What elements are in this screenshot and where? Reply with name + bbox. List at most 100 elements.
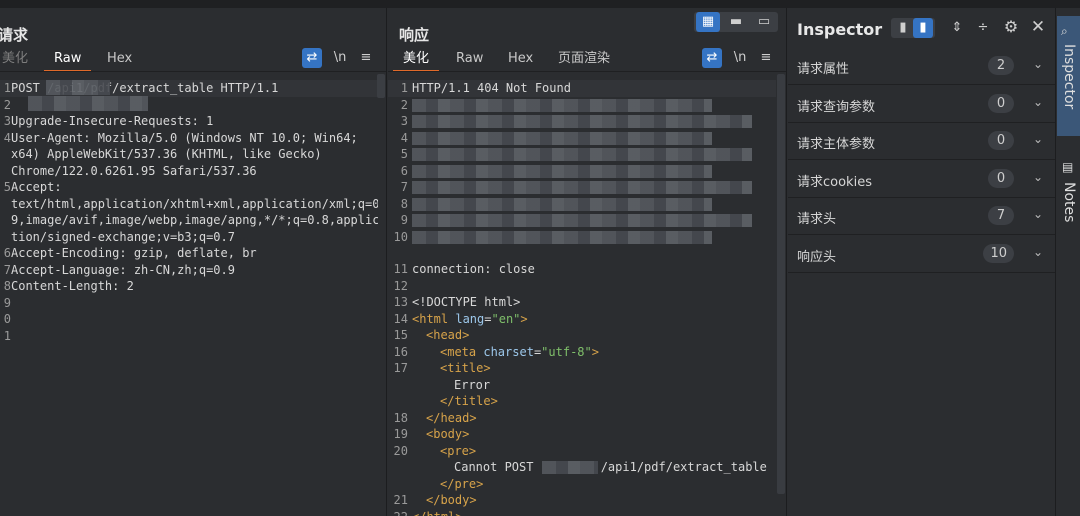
code-line[interactable]: 3 Upgrade-Insecure-Requests: 1 xyxy=(0,113,378,130)
newline-toggle-button[interactable]: \n xyxy=(330,48,350,68)
tab-raw[interactable]: Raw xyxy=(456,50,483,72)
request-title: 请求 xyxy=(0,26,29,44)
code-token: > xyxy=(520,311,528,326)
code-token: = xyxy=(484,311,492,326)
inspector-section[interactable]: 请求cookies 0 ⌄ xyxy=(788,161,1055,198)
code-line[interactable]: 13 <!DOCTYPE html> xyxy=(388,294,776,311)
code-token: Cannot POST xyxy=(454,460,541,474)
tab-pretty[interactable]: 美化 xyxy=(392,50,440,72)
wrap-toggle-button[interactable]: ⇄ xyxy=(302,48,322,68)
chevron-down-icon[interactable]: ⌄ xyxy=(1033,95,1043,109)
chevron-down-icon[interactable]: ⌄ xyxy=(1033,57,1043,71)
code-token: charset xyxy=(483,344,534,359)
code-text: tion/signed-exchange;v=b3;q=0.7 xyxy=(11,229,235,244)
line-number: 20 xyxy=(393,443,408,458)
code-line[interactable]: 4 xyxy=(388,130,776,147)
code-line[interactable]: 6 Accept-Encoding: gzip, deflate, br xyxy=(0,245,378,262)
code-line[interactable]: </title> xyxy=(388,393,776,410)
expand-all-icon[interactable]: ⇕ xyxy=(948,18,966,38)
code-line[interactable]: 5 Accept: xyxy=(0,179,378,196)
tab-pretty[interactable]: 美化 xyxy=(2,50,28,72)
wrap-icon: ⇄ xyxy=(706,50,718,65)
chevron-down-icon[interactable]: ⌄ xyxy=(1033,207,1043,221)
code-line[interactable]: 15 <head> xyxy=(388,327,776,344)
code-line[interactable]: 6 xyxy=(388,163,776,180)
code-line[interactable]: tion/signed-exchange;v=b3;q=0.7 xyxy=(0,229,378,246)
inspector-section[interactable]: 响应头 10 ⌄ xyxy=(788,236,1055,273)
code-line[interactable]: 3 xyxy=(388,113,776,130)
code-text: text/html,application/xhtml+xml,applicat… xyxy=(11,196,378,211)
code-line[interactable]: 11 connection: close xyxy=(388,261,776,278)
chevron-down-icon[interactable]: ⌄ xyxy=(1033,245,1043,259)
redacted-header xyxy=(412,131,712,145)
code-line[interactable]: 22 </html> xyxy=(388,509,776,516)
code-line[interactable]: 9,image/avif,image/webp,image/apng,*/*;q… xyxy=(0,212,378,229)
layout-horizontal-icon[interactable]: ▬ xyxy=(724,12,748,32)
layout-vertical-icon[interactable]: ▭ xyxy=(752,12,776,32)
side-rail: ⌕ Inspector ▤ Notes xyxy=(1057,8,1080,516)
code-line[interactable]: 12 xyxy=(388,278,776,295)
code-line[interactable]: 7 xyxy=(388,179,776,196)
newline-toggle-button[interactable]: \n xyxy=(730,48,750,68)
code-line[interactable]: </pre> xyxy=(388,476,776,493)
response-scrollbar[interactable] xyxy=(777,74,785,494)
code-line[interactable]: 2 xyxy=(388,97,776,114)
code-line[interactable]: 9 xyxy=(0,295,378,312)
code-line[interactable]: text/html,application/xhtml+xml,applicat… xyxy=(0,196,378,213)
response-editor[interactable]: 1 HTTP/1.1 404 Not Found 2 3 4 5 6 7 8 9 10 11 conne… xyxy=(388,72,776,516)
inspector-section[interactable]: 请求属性 2 ⌄ xyxy=(788,48,1055,85)
code-line[interactable]: 9 xyxy=(388,212,776,229)
code-line[interactable]: 17 <title> xyxy=(388,360,776,377)
code-line[interactable]: 1 xyxy=(0,328,378,345)
code-line[interactable]: Chrome/122.0.6261.95 Safari/537.36 xyxy=(0,163,378,180)
code-line[interactable]: 8 xyxy=(388,196,776,213)
request-scrollbar[interactable] xyxy=(377,74,385,98)
code-line[interactable]: Error xyxy=(388,377,776,394)
code-line[interactable]: 10 xyxy=(388,229,776,246)
rail-tab-notes[interactable]: ▤ Notes xyxy=(1057,154,1080,254)
code-line[interactable]: x64) AppleWebKit/537.36 (KHTML, like Gec… xyxy=(0,146,378,163)
line-number: 5 xyxy=(400,147,408,161)
code-line[interactable]: 1 HTTP/1.1 404 Not Found xyxy=(388,80,776,97)
chevron-down-icon[interactable]: ⌄ xyxy=(1033,170,1043,184)
panel-right-icon[interactable]: ▮ xyxy=(913,18,933,38)
wrap-toggle-button[interactable]: ⇄ xyxy=(702,48,722,68)
gear-icon[interactable]: ⚙ xyxy=(1001,17,1021,37)
tab-hex[interactable]: Hex xyxy=(107,50,132,72)
layout-split-icon[interactable]: ▦ xyxy=(696,12,720,32)
code-line[interactable]: 7 Accept-Language: zh-CN,zh;q=0.9 xyxy=(0,262,378,279)
code-line[interactable]: 21 </body> xyxy=(388,492,776,509)
code-line[interactable]: 8 Content-Length: 2 xyxy=(0,278,378,295)
code-line[interactable]: 14 <html lang="en"> xyxy=(388,311,776,328)
code-line[interactable]: 5 xyxy=(388,146,776,163)
inspector-section[interactable]: 请求主体参数 0 ⌄ xyxy=(788,123,1055,160)
chevron-down-icon[interactable]: ⌄ xyxy=(1033,132,1043,146)
inspector-section[interactable]: 请求头 7 ⌄ xyxy=(788,198,1055,235)
inspector-section[interactable]: 请求查询参数 0 ⌄ xyxy=(788,86,1055,123)
line-number: 1 xyxy=(400,81,408,95)
close-icon[interactable]: ✕ xyxy=(1028,17,1048,37)
request-editor[interactable]: 1 POST /api1/pdf/extract_table HTTP/1.1 2 3… xyxy=(0,72,378,516)
code-line[interactable]: 16 <meta charset="utf-8"> xyxy=(388,344,776,361)
code-line[interactable]: 20 <pre> xyxy=(388,443,776,460)
code-text: <html lang="en"> xyxy=(412,311,528,328)
line-number: 12 xyxy=(393,278,408,293)
panel-left-icon[interactable]: ▮ xyxy=(893,18,913,38)
code-line[interactable]: Cannot POST /api1/pdf/extract_table xyxy=(388,459,776,476)
menu-icon[interactable]: ≡ xyxy=(758,48,774,68)
menu-icon[interactable]: ≡ xyxy=(358,48,374,68)
code-text: Upgrade-Insecure-Requests: 1 xyxy=(11,114,214,128)
rail-tab-inspector[interactable]: ⌕ Inspector xyxy=(1057,16,1080,136)
response-panel: 响应 ▦ ▬ ▭ 美化 Raw Hex 页面渲染 ⇄ \n ≡ 1 HTTP/1.… xyxy=(388,8,787,516)
code-text: <meta charset="utf-8"> xyxy=(440,344,599,361)
code-line[interactable]: 4 User-Agent: Mozilla/5.0 (Windows NT 10.… xyxy=(0,130,378,147)
code-line[interactable]: 19 <body> xyxy=(388,426,776,443)
collapse-all-icon[interactable]: ÷ xyxy=(974,18,992,38)
tab-hex[interactable]: Hex xyxy=(508,50,533,72)
code-line[interactable]: 18 </head> xyxy=(388,410,776,427)
status-line: HTTP/1.1 404 Not Found xyxy=(412,81,571,95)
tab-render[interactable]: 页面渲染 xyxy=(558,50,610,72)
line-number: 3 xyxy=(3,114,11,128)
tab-raw[interactable]: Raw xyxy=(43,50,92,72)
code-line[interactable]: 0 xyxy=(0,311,378,328)
